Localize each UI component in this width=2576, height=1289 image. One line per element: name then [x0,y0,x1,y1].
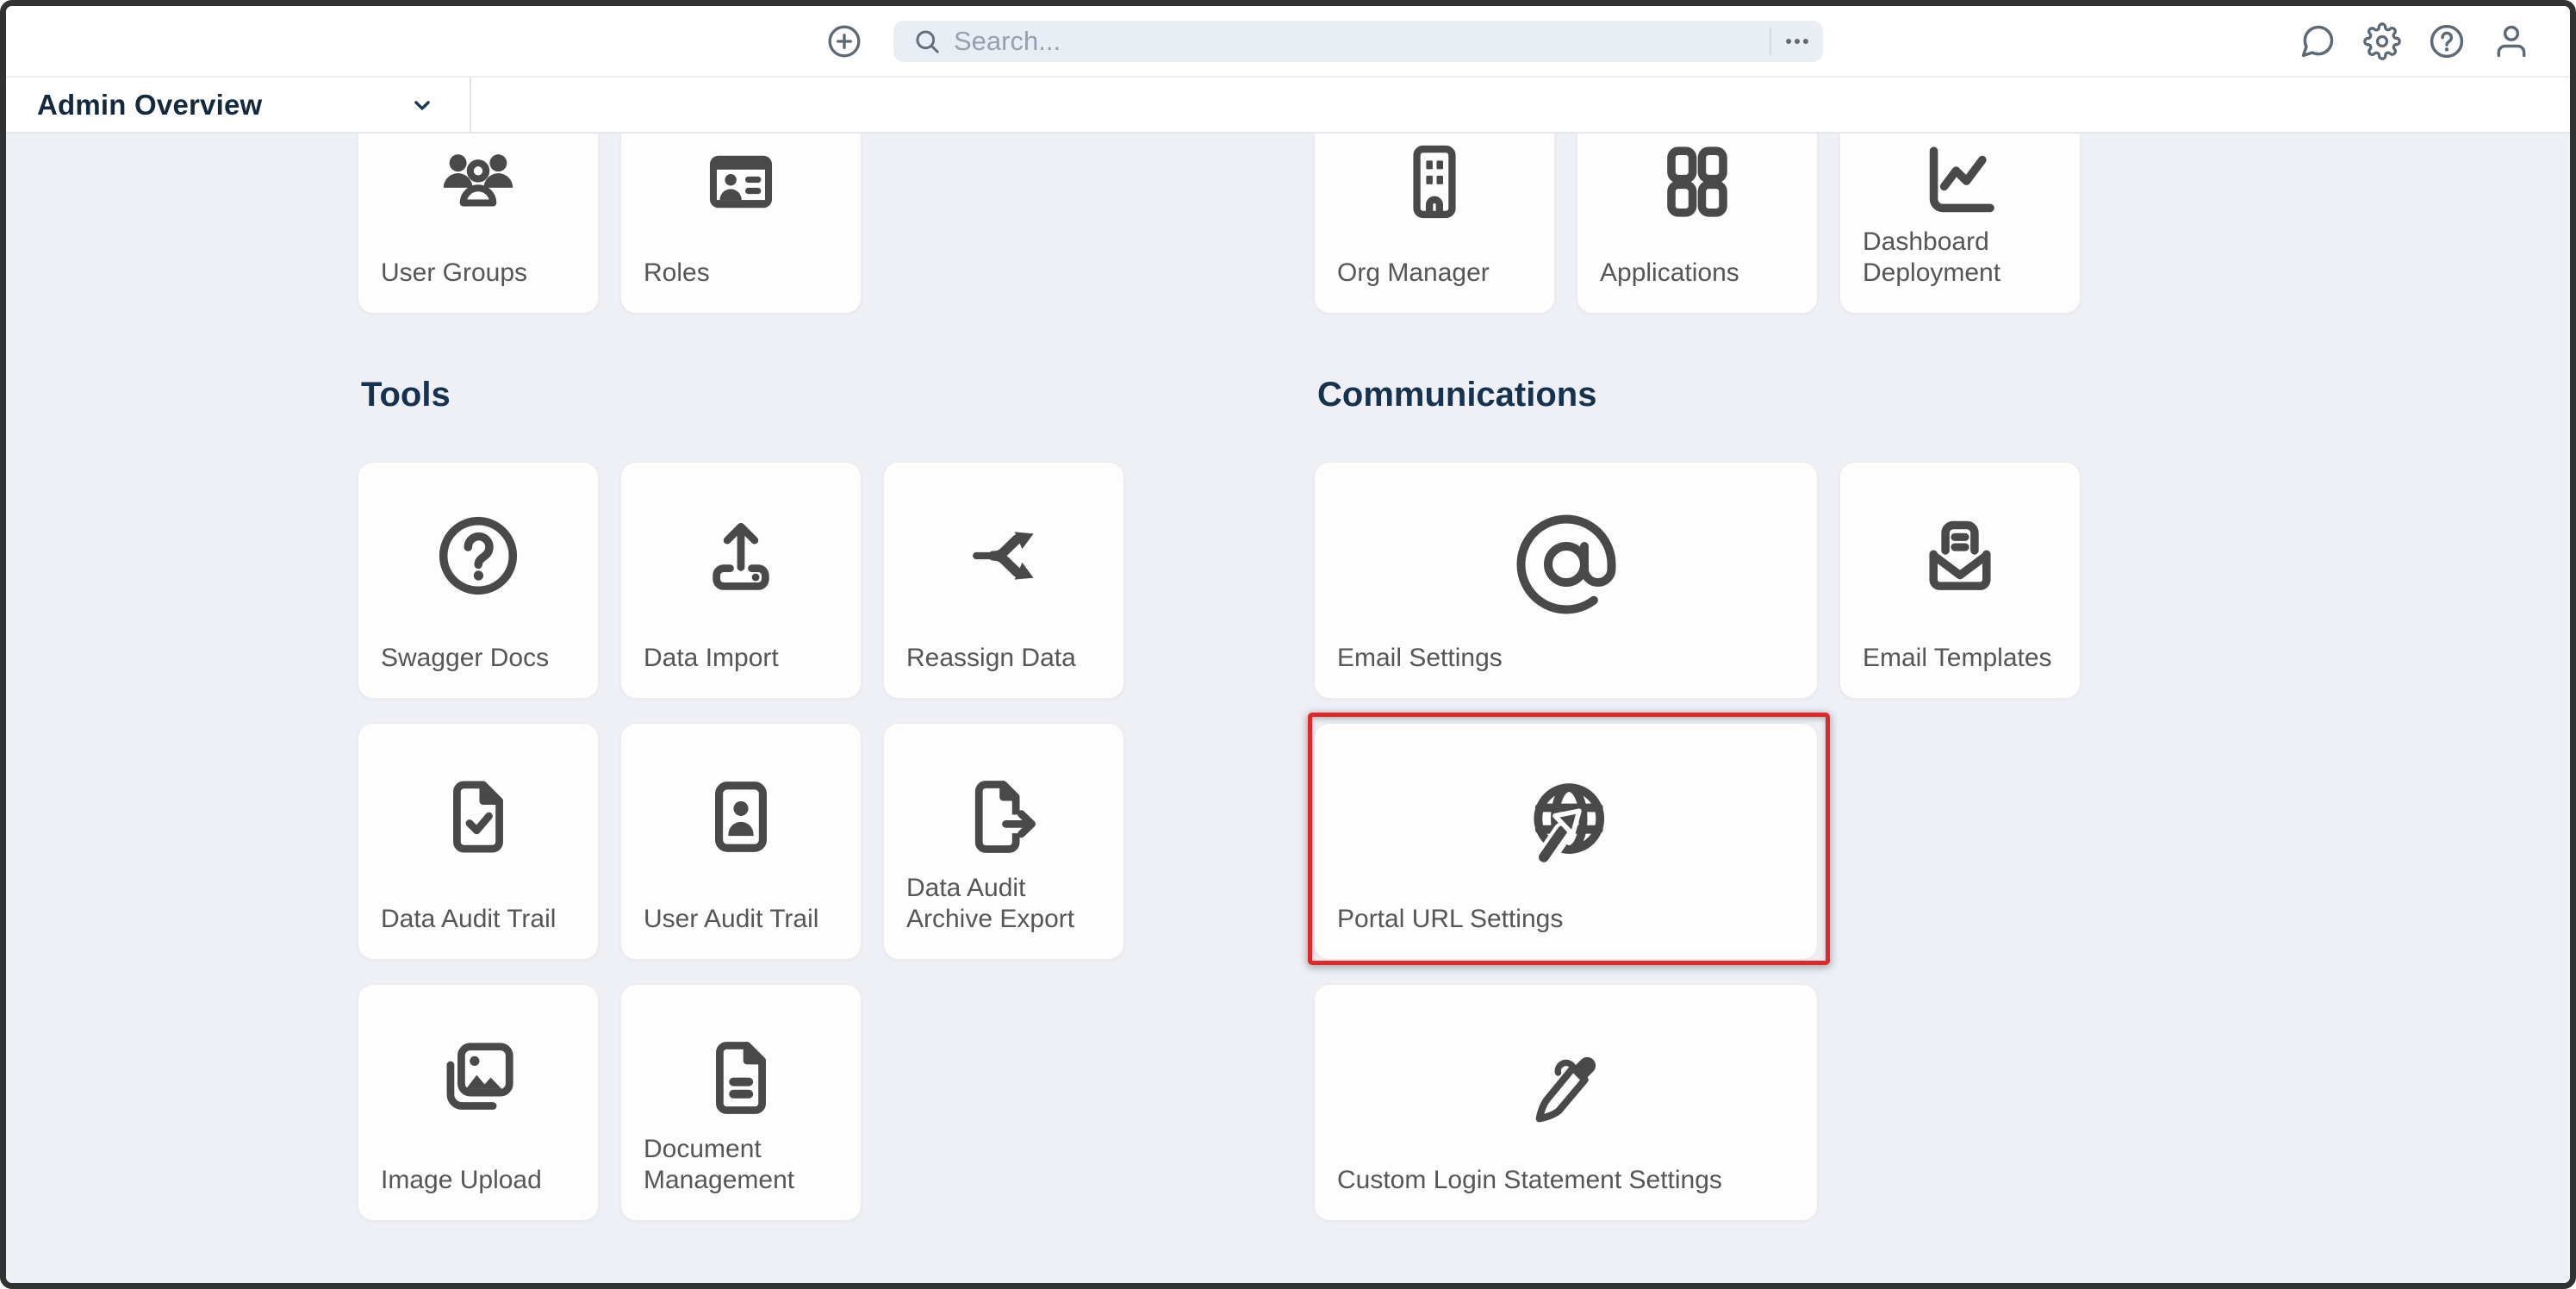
data-audit-archive-export-icon [884,748,1123,886]
user-icon [2492,22,2530,60]
email-templates-icon [1840,487,2080,625]
reassign-data-icon [884,487,1123,625]
help-circle-icon [2428,22,2466,60]
group-top-left: User Groups Roles [358,134,862,314]
tile-org-manager[interactable]: Org Manager [1314,134,1555,314]
tile-label: Document Management [644,1134,847,1196]
roles-icon [621,135,861,228]
tile-label: Image Upload [381,1165,584,1196]
group-tools: Swagger Docs Data Import Reassign Data Data… [358,462,1124,1221]
tile-label: Email Templates [1863,643,2066,674]
chevron-down-icon [408,90,437,120]
app-window: Admin Overview User Groups Roles Org Mana… [0,0,2576,1289]
global-search[interactable] [893,21,1823,62]
dashboard-deployment-icon [1840,135,2080,228]
search-divider [1770,28,1771,55]
tile-portal-url-settings[interactable]: Portal URL Settings [1314,723,1818,960]
applications-icon [1577,135,1817,228]
ellipsis-icon [1782,26,1813,57]
communications-section-title: Communications [1317,377,1596,412]
topbar-actions [2299,22,2530,60]
email-settings-icon [1315,487,1817,642]
tile-data-audit-archive-export[interactable]: Data Audit Archive Export [883,723,1124,960]
plus-circle-icon [826,23,862,59]
tile-image-upload[interactable]: Image Upload [358,984,599,1221]
group-communications: Email Settings Email Templates Portal URL … [1314,462,2081,1221]
group-top-right: Org Manager Applications Dashboard Deploym… [1314,134,2081,314]
tile-label: Org Manager [1337,258,1540,289]
admin-overview-content: User Groups Roles Org Manager Applications… [6,134,2570,1283]
tile-user-audit-trail[interactable]: User Audit Trail [620,723,862,960]
help-button[interactable] [2428,22,2466,60]
tile-label: Swagger Docs [381,643,584,674]
tile-label: Custom Login Statement Settings [1337,1165,1803,1196]
data-import-icon [621,487,861,625]
create-new-button[interactable] [826,23,862,59]
document-management-icon [621,1009,861,1147]
tile-label: Roles [644,258,847,289]
org-manager-icon [1315,135,1554,228]
tile-label: Reassign Data [906,643,1110,674]
tile-reassign-data[interactable]: Reassign Data [883,462,1124,699]
tile-label: Portal URL Settings [1337,904,1803,935]
view-selector-bar: Admin Overview [6,78,2570,134]
custom-login-statement-icon [1315,1009,1817,1164]
tile-applications[interactable]: Applications [1577,134,1818,314]
settings-button[interactable] [2363,22,2401,60]
tile-label: Data Import [644,643,847,674]
search-input[interactable] [954,26,1770,57]
tile-data-audit-trail[interactable]: Data Audit Trail [358,723,599,960]
account-button[interactable] [2492,22,2530,60]
tile-data-import[interactable]: Data Import [620,462,862,699]
tile-custom-login-statement-settings[interactable]: Custom Login Statement Settings [1314,984,1818,1221]
tile-dashboard-deployment[interactable]: Dashboard Deployment [1839,134,2081,314]
tile-label: Data Audit Trail [381,904,584,935]
tile-label: Email Settings [1337,643,1803,674]
messages-button[interactable] [2299,22,2336,60]
search-icon [912,27,942,56]
swagger-docs-icon [358,487,598,625]
search-options-button[interactable] [1782,26,1813,57]
tile-email-settings[interactable]: Email Settings [1314,462,1818,699]
top-bar [6,6,2570,78]
chat-bubble-icon [2299,22,2336,60]
current-view-label: Admin Overview [37,89,262,121]
portal-url-settings-icon [1315,748,1817,903]
tile-roles[interactable]: Roles [620,134,862,314]
tile-label: Dashboard Deployment [1863,227,2066,289]
data-audit-trail-icon [358,748,598,886]
tile-label: Applications [1600,258,1803,289]
tile-swagger-docs[interactable]: Swagger Docs [358,462,599,699]
tile-user-groups[interactable]: User Groups [358,134,599,314]
tile-label: User Groups [381,258,584,289]
tile-label: User Audit Trail [644,904,847,935]
gear-icon [2363,22,2401,60]
image-upload-icon [358,1009,598,1147]
view-selector[interactable]: Admin Overview [6,78,471,132]
tools-section-title: Tools [361,377,451,412]
user-audit-trail-icon [621,748,861,886]
tile-email-templates[interactable]: Email Templates [1839,462,2081,699]
tile-label: Data Audit Archive Export [906,873,1110,935]
user-groups-icon [358,135,598,228]
tile-document-management[interactable]: Document Management [620,984,862,1221]
